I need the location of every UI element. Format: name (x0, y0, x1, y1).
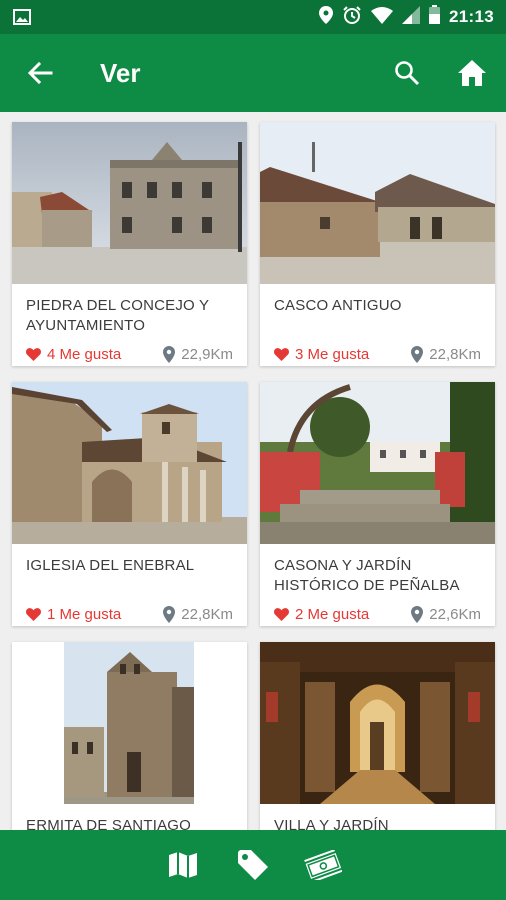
likes[interactable]: 1 Me gusta (26, 606, 121, 623)
place-meta: 2 Me gusta 22,6Km (260, 602, 495, 626)
place-name: CASCO ANTIGUO (274, 297, 402, 314)
likes-count: 1 Me gusta (47, 605, 122, 623)
place-card[interactable]: VILLA Y JARDÍN (260, 642, 495, 830)
location-icon (319, 5, 334, 29)
distance: 22,6Km (411, 605, 481, 623)
distance-value: 22,6Km (429, 605, 481, 623)
distance: 22,8Km (411, 345, 481, 363)
image-notification-icon (12, 8, 32, 26)
wifi-icon (371, 6, 394, 29)
heart-icon (274, 347, 289, 361)
place-photo (260, 642, 495, 804)
app-bar: Ver (0, 34, 506, 112)
place-card[interactable]: CASONA Y JARDÍN HISTÓRICO DE PEÑALBA 2 M… (260, 382, 495, 626)
place-card[interactable]: PIEDRA DEL CONCEJO Y AYUNTAMIENTO 4 Me g… (12, 122, 247, 366)
distance-value: 22,8Km (181, 605, 233, 623)
place-photo (12, 122, 247, 284)
place-name: IGLESIA DEL ENEBRAL (26, 557, 195, 574)
place-name: ERMITA DE SANTIAGO (26, 817, 192, 830)
place-photo (260, 122, 495, 284)
likes-count: 3 Me gusta (295, 345, 370, 363)
place-name: CASONA Y JARDÍN HISTÓRICO DE PEÑALBA (274, 557, 460, 594)
signal-icon (402, 5, 421, 29)
location-pin-icon (411, 605, 424, 623)
likes[interactable]: 2 Me gusta (274, 606, 369, 623)
place-card[interactable]: IGLESIA DEL ENEBRAL 1 Me gusta 22,8Km (12, 382, 247, 626)
place-meta: 4 Me gusta 22,9Km (12, 342, 247, 366)
place-meta: 1 Me gusta 22,8Km (12, 602, 247, 626)
place-card[interactable]: CASCO ANTIGUO 3 Me gusta 22,8Km (260, 122, 495, 366)
heart-icon (26, 347, 41, 361)
tag-icon (238, 850, 268, 880)
distance-value: 22,8Km (429, 345, 481, 363)
search-button[interactable] (387, 53, 427, 93)
home-button[interactable] (452, 53, 492, 93)
status-bar: 21:13 (0, 0, 506, 34)
battery-icon (429, 5, 441, 29)
places-grid: PIEDRA DEL CONCEJO Y AYUNTAMIENTO 4 Me g… (0, 112, 506, 830)
place-name: VILLA Y JARDÍN (274, 817, 389, 830)
location-pin-icon (163, 345, 176, 363)
place-name: PIEDRA DEL CONCEJO Y AYUNTAMIENTO (26, 297, 209, 334)
status-time: 21:13 (449, 7, 494, 26)
status-icons: 21:13 (319, 5, 494, 30)
back-button[interactable] (20, 53, 60, 93)
heart-icon (274, 607, 289, 621)
page-title: Ver (100, 57, 141, 88)
tag-button[interactable] (233, 845, 273, 885)
map-button[interactable] (163, 845, 203, 885)
place-photo (12, 382, 247, 544)
distance: 22,8Km (163, 605, 233, 623)
place-card[interactable]: ERMITA DE SANTIAGO (12, 642, 247, 830)
place-meta: 3 Me gusta 22,8Km (260, 342, 495, 366)
likes[interactable]: 4 Me gusta (26, 346, 121, 363)
money-button[interactable] (303, 845, 343, 885)
arrow-back-icon (27, 61, 53, 85)
location-pin-icon (411, 345, 424, 363)
map-icon (169, 852, 197, 878)
place-photo (260, 382, 495, 544)
bottom-navigation (0, 830, 506, 900)
alarm-icon (342, 5, 362, 30)
place-photo (12, 642, 247, 804)
likes-count: 4 Me gusta (47, 345, 122, 363)
likes[interactable]: 3 Me gusta (274, 346, 369, 363)
heart-icon (26, 607, 41, 621)
distance: 22,9Km (163, 345, 233, 363)
home-icon (458, 60, 486, 86)
location-pin-icon (163, 605, 176, 623)
search-icon (395, 61, 420, 86)
money-icon (304, 850, 342, 880)
distance-value: 22,9Km (181, 345, 233, 363)
likes-count: 2 Me gusta (295, 605, 370, 623)
